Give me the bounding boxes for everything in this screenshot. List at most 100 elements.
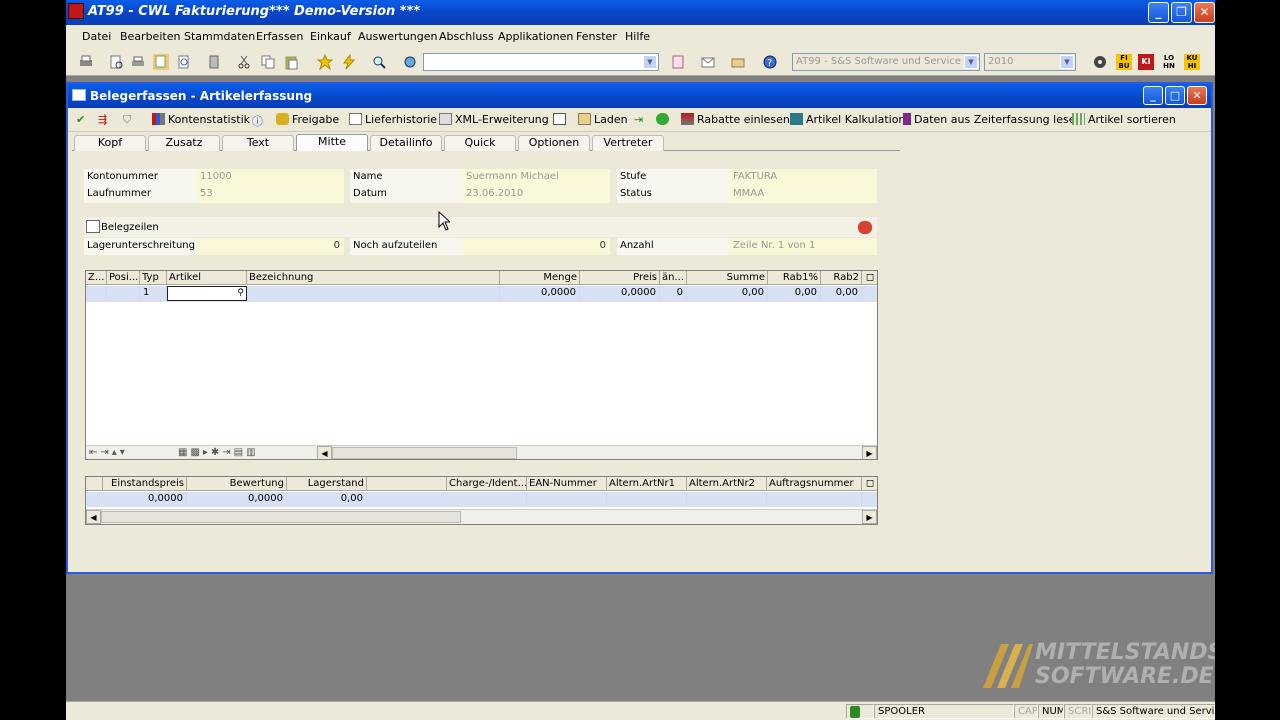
help-icon[interactable]: ? xyxy=(762,54,778,70)
lohn-module-button[interactable]: LO HN xyxy=(1161,54,1177,70)
print-icon[interactable] xyxy=(78,54,94,70)
grid-tools-icon[interactable]: ▦▩▸✱⇥▤▥ xyxy=(178,447,259,458)
new-icon[interactable] xyxy=(553,113,569,126)
col-position[interactable]: Posi... xyxy=(107,271,140,285)
tab-zusatz[interactable]: Zusatz xyxy=(148,135,220,151)
col-preis[interactable]: Preis xyxy=(580,271,660,285)
spooler-status[interactable]: SPOOLER xyxy=(874,704,1014,719)
artikel-input[interactable]: ⚲ xyxy=(167,286,247,301)
menu-hilfe[interactable]: Hilfe xyxy=(625,30,650,43)
lookup-search-icon[interactable]: ⚲ xyxy=(237,288,244,298)
tab-kopf[interactable]: Kopf xyxy=(74,135,146,151)
col-einstandspreis[interactable]: Einstandspreis xyxy=(103,477,187,491)
laden-button[interactable]: Laden xyxy=(578,113,628,126)
restore-button[interactable]: ❐ xyxy=(1171,2,1192,23)
col-z[interactable]: Z... xyxy=(86,271,107,285)
company-select[interactable]: AT99 - S&S Software und Service Gm ▼ xyxy=(792,53,980,71)
artikel-kalkulation-button[interactable]: Artikel Kalkulation xyxy=(790,113,905,126)
preview-icon[interactable] xyxy=(108,54,124,70)
copy-icon[interactable] xyxy=(260,54,276,70)
freigabe-button[interactable]: Freigabe xyxy=(276,113,339,126)
artikel-sortieren-button[interactable]: Artikel sortieren xyxy=(1072,113,1176,126)
star-icon[interactable] xyxy=(317,54,333,70)
year-select[interactable]: 2010 ▼ xyxy=(984,53,1076,71)
col-bewertung[interactable]: Bewertung xyxy=(187,477,287,491)
tab-optionen[interactable]: Optionen xyxy=(518,135,590,151)
close-button[interactable]: ✕ xyxy=(1187,86,1207,105)
export-icon[interactable]: ⇶ xyxy=(98,113,107,126)
cell-preis[interactable]: 0,0000 xyxy=(580,286,660,301)
menu-fenster[interactable]: Fenster xyxy=(576,30,617,43)
col-typ[interactable]: Typ xyxy=(140,271,167,285)
table-row[interactable]: 0,0000 0,0000 0,00 xyxy=(86,492,877,507)
scroll-right-button[interactable]: ▶ xyxy=(862,446,877,459)
menu-einkauf[interactable]: Einkauf xyxy=(310,30,351,43)
col-auftragsnummer[interactable]: Auftragsnummer xyxy=(767,477,862,491)
cell-summe[interactable]: 0,00 xyxy=(687,286,768,301)
insert-row-icon[interactable]: ⇥ xyxy=(634,113,643,126)
minimize-button[interactable]: _ xyxy=(1143,86,1163,105)
cell-typ[interactable]: 1 xyxy=(140,286,167,301)
xml-erweiterung-button[interactable]: XML-Erweiterung xyxy=(439,113,549,126)
scroll-right-button[interactable]: ▶ xyxy=(862,510,877,524)
menu-datei[interactable]: Datei xyxy=(82,30,111,43)
scrollbar-thumb[interactable] xyxy=(101,511,461,523)
col-charge[interactable]: Charge-/Ident... xyxy=(447,477,527,491)
col-lagerstand[interactable]: Lagerstand xyxy=(287,477,367,491)
tab-detailinfo[interactable]: Detailinfo xyxy=(370,135,442,151)
cell-aenderung[interactable]: 0 xyxy=(660,286,687,301)
menu-auswertungen[interactable]: Auswertungen xyxy=(358,30,438,43)
cut-icon[interactable] xyxy=(236,54,252,70)
menu-applikationen[interactable]: Applikationen xyxy=(498,30,573,43)
kontonummer-field[interactable]: 11000 xyxy=(196,169,344,186)
col-summe[interactable]: Summe xyxy=(687,271,768,285)
kuhi-module-button[interactable]: KU HI xyxy=(1184,54,1200,70)
menu-abschluss[interactable]: Abschluss xyxy=(439,30,494,43)
cell-z[interactable] xyxy=(86,286,107,301)
mail-icon[interactable] xyxy=(700,54,716,70)
fibu-module-button[interactable]: FI BU xyxy=(1116,54,1132,70)
cell-rab1[interactable]: 0,00 xyxy=(768,286,821,301)
cell-rab2[interactable]: 0,00 xyxy=(821,286,862,301)
row-tools-icon[interactable]: ⇤⇥▴▾ xyxy=(89,447,128,458)
laufnummer-field[interactable]: 53 xyxy=(196,186,344,203)
col-bezeichnung[interactable]: Bezeichnung xyxy=(247,271,500,285)
tab-quick[interactable]: Quick xyxy=(444,135,516,151)
cell-bezeichnung[interactable] xyxy=(247,286,500,301)
shield-icon[interactable]: ⛉ xyxy=(123,113,131,127)
zeiterfassung-button[interactable]: Daten aus Zeiterfassung lesen xyxy=(903,113,1082,126)
gear-icon[interactable] xyxy=(1092,54,1108,70)
close-button[interactable]: ✕ xyxy=(1194,2,1215,23)
connect-icon[interactable] xyxy=(402,54,418,70)
menu-erfassen[interactable]: Erfassen xyxy=(256,30,303,43)
col-ean[interactable]: EAN-Nummer xyxy=(527,477,607,491)
status-field[interactable]: MMAA xyxy=(729,186,877,203)
print-setup-icon[interactable] xyxy=(130,54,146,70)
kontenstatistik-button[interactable]: Kontenstatistik xyxy=(152,113,250,126)
tab-vertreter[interactable]: Vertreter xyxy=(592,135,664,151)
copy-doc-icon[interactable] xyxy=(153,54,169,70)
calculator-icon[interactable] xyxy=(206,54,222,70)
menu-bearbeiten[interactable]: Bearbeiten xyxy=(120,30,180,43)
next-icon[interactable] xyxy=(656,113,672,126)
minimize-button[interactable]: _ xyxy=(1148,2,1169,23)
search-doc-icon[interactable] xyxy=(176,54,192,70)
lightning-icon[interactable] xyxy=(341,54,357,70)
column-chooser-icon[interactable]: ◻ xyxy=(862,477,877,491)
stufe-field[interactable]: FAKTURA xyxy=(729,169,877,186)
rabatte-einlesen-button[interactable]: Rabatte einlesen xyxy=(681,113,790,126)
cell-menge[interactable]: 0,0000 xyxy=(500,286,580,301)
col-artikel[interactable]: Artikel xyxy=(167,271,247,285)
scroll-left-button[interactable]: ◀ xyxy=(317,446,332,459)
scrollbar-thumb[interactable] xyxy=(332,447,517,459)
notes-icon[interactable] xyxy=(670,54,686,70)
menu-stammdaten[interactable]: Stammdaten xyxy=(184,30,255,43)
table-row[interactable]: 1 ⚲ 0,0000 0,0000 0 0,00 0,00 0,00 xyxy=(86,286,877,302)
chevron-down-icon[interactable]: ▼ xyxy=(643,55,657,69)
ki-module-button[interactable]: KI xyxy=(1138,54,1154,70)
col-rab2[interactable]: Rab2 xyxy=(821,271,862,285)
info-icon[interactable]: ⓘ xyxy=(252,113,263,129)
folder-icon[interactable] xyxy=(730,54,746,70)
command-combo[interactable]: ▼ xyxy=(423,53,659,71)
col-rab1[interactable]: Rab1% xyxy=(768,271,821,285)
